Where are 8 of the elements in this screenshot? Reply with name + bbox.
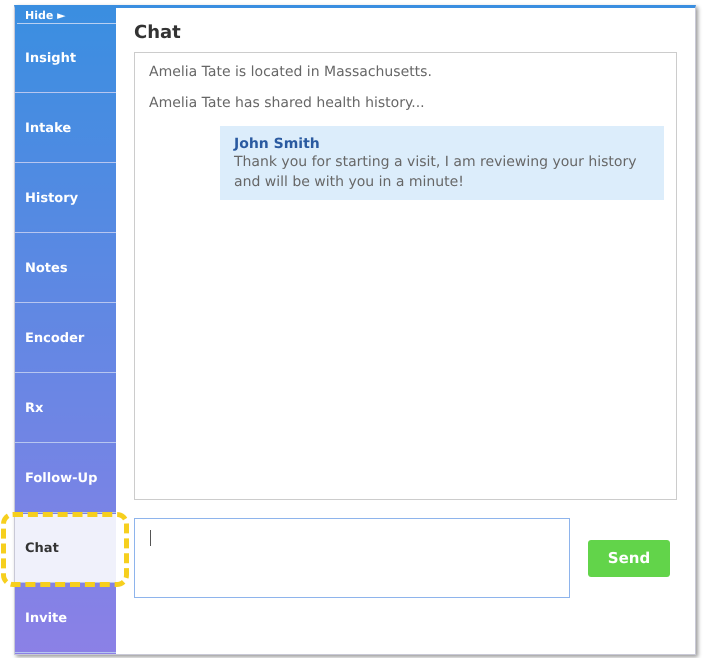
system-message: Amelia Tate has shared health history...	[149, 95, 426, 111]
sender-name: John Smith	[234, 136, 321, 152]
system-message: Amelia Tate is located in Massachusetts.	[149, 64, 433, 80]
panel-title: Chat	[134, 22, 182, 45]
message-text: Thank you for starting a visit, I am reviewing your history and will be with you in a minute!	[234, 153, 638, 192]
sidebar-item[interactable]: Chat	[15, 514, 116, 583]
message-input[interactable]	[134, 518, 570, 598]
send-button[interactable]: Send	[588, 540, 670, 576]
